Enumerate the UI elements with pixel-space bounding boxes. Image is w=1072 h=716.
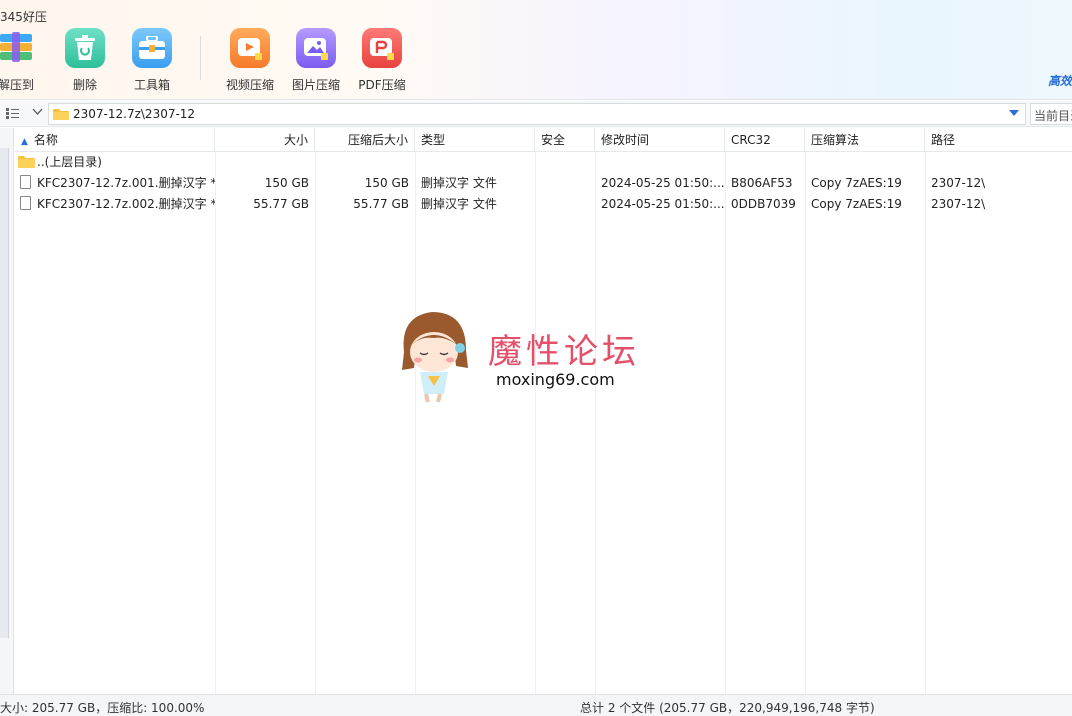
address-path: 2307-12.7z\2307-12 [73, 107, 196, 121]
column-divider [415, 152, 416, 694]
extract-icon [0, 28, 36, 68]
toolbar: 345好压 解压到 删除 工具箱 视频压缩 图片压缩 PDF压缩 高效 [0, 0, 1072, 100]
cell-size: 150 GB [264, 176, 309, 190]
extract-button[interactable]: 解压到 [0, 28, 48, 93]
trash-icon [65, 28, 105, 68]
image-compress-button[interactable]: 图片压缩 [284, 28, 348, 93]
cell-security [535, 194, 595, 215]
column-header-path[interactable]: 路径 [925, 128, 1072, 152]
address-field[interactable]: 2307-12.7z\2307-12 [48, 103, 1026, 125]
column-divider [725, 152, 726, 694]
column-divider [215, 152, 216, 694]
left-panel [0, 128, 14, 694]
cell-modified: 2024-05-25 01:50:... [601, 176, 725, 190]
file-icon [20, 196, 31, 210]
image-compress-label: 图片压缩 [291, 78, 340, 92]
column-header-modified[interactable]: 修改时间 [595, 128, 725, 152]
delete-label: 删除 [72, 78, 97, 92]
cell-security [535, 173, 595, 194]
column-divider [805, 152, 806, 694]
brand-tag: 高效 [1047, 74, 1072, 88]
left-panel-scrollbar[interactable] [0, 148, 9, 638]
table-header: ▲ 名称 大小 压缩后大小 类型 安全 修改时间 CRC32 压缩算法 路径 [15, 128, 1072, 152]
cell-type: 删掉汉字 文件 [421, 197, 497, 211]
list-view-icon[interactable] [6, 107, 20, 120]
toolbar-separator [200, 36, 201, 80]
watermark: 魔性论坛 moxing69.com [394, 306, 664, 406]
column-header-crc32[interactable]: CRC32 [725, 128, 805, 152]
chevron-down-icon[interactable] [32, 106, 43, 119]
column-divider [315, 152, 316, 694]
column-header-method[interactable]: 压缩算法 [805, 128, 925, 152]
cell-method: Copy 7zAES:19 [811, 176, 902, 190]
dropdown-arrow-icon[interactable] [1009, 110, 1019, 116]
address-bar: 2307-12.7z\2307-12 当前目录 [0, 101, 1072, 127]
cell-path: 2307-12\ [931, 176, 986, 190]
cell-packed-size: 150 GB [364, 176, 409, 190]
column-header-type[interactable]: 类型 [415, 128, 535, 152]
cell-method: Copy 7zAES:19 [811, 197, 902, 211]
video-compress-label: 视频压缩 [225, 78, 274, 92]
pdf-compress-label: PDF压缩 [358, 78, 406, 92]
cell-modified: 2024-05-25 01:50:... [601, 197, 725, 211]
pdf-compress-button[interactable]: PDF压缩 [350, 28, 414, 93]
file-table: ▲ 名称 大小 压缩后大小 类型 安全 修改时间 CRC32 压缩算法 路径 ..… [15, 128, 1072, 694]
parent-directory-label: ..(上层目录) [37, 155, 102, 169]
watermark-title: 魔性论坛 [488, 332, 640, 372]
sort-ascending-icon: ▲ [21, 137, 28, 147]
folder-icon [18, 155, 35, 173]
parent-directory-row[interactable]: ..(上层目录) [15, 152, 1072, 173]
column-divider [535, 152, 536, 694]
delete-button[interactable]: 删除 [53, 28, 117, 93]
folder-icon [53, 108, 69, 124]
column-header-packed-size[interactable]: 压缩后大小 [315, 128, 415, 152]
toolbox-button[interactable]: 工具箱 [120, 28, 184, 93]
pdf-compress-icon [362, 28, 402, 68]
mascot-icon [402, 312, 468, 403]
status-selection: 大小: 205.77 GB，压缩比: 100.00% [0, 701, 205, 715]
search-input[interactable]: 当前目录 [1030, 103, 1072, 125]
cell-crc32: 0DDB7039 [731, 197, 796, 211]
cell-packed-size: 55.77 GB [353, 197, 409, 211]
video-compress-icon [230, 28, 270, 68]
cell-size: 55.77 GB [253, 197, 309, 211]
cell-type: 删掉汉字 文件 [421, 176, 497, 190]
file-icon [20, 175, 31, 189]
column-header-name[interactable]: ▲ 名称 [15, 128, 215, 152]
status-total: 总计 2 个文件 (205.77 GB，220,949,196,748 字节) [580, 701, 875, 715]
image-compress-icon [296, 28, 336, 68]
cell-crc32: B806AF53 [731, 176, 793, 190]
column-header-security[interactable]: 安全 [535, 128, 595, 152]
table-row[interactable]: KFC2307-12.7z.002.删掉汉字 * 55.77 GB 55.77 … [15, 194, 1072, 215]
watermark-url: moxing69.com [496, 370, 615, 389]
column-divider [595, 152, 596, 694]
cell-path: 2307-12\ [931, 197, 986, 211]
toolbox-icon [132, 28, 172, 68]
video-compress-button[interactable]: 视频压缩 [218, 28, 282, 93]
extract-label: 解压到 [0, 78, 34, 92]
column-divider [925, 152, 926, 694]
column-header-size[interactable]: 大小 [215, 128, 315, 152]
toolbox-label: 工具箱 [133, 78, 170, 92]
status-bar: 大小: 205.77 GB，压缩比: 100.00% 总计 2 个文件 (205… [0, 694, 1072, 716]
table-row[interactable]: KFC2307-12.7z.001.删掉汉字 * 150 GB 150 GB 删… [15, 173, 1072, 194]
app-title: 345好压 [0, 10, 47, 24]
